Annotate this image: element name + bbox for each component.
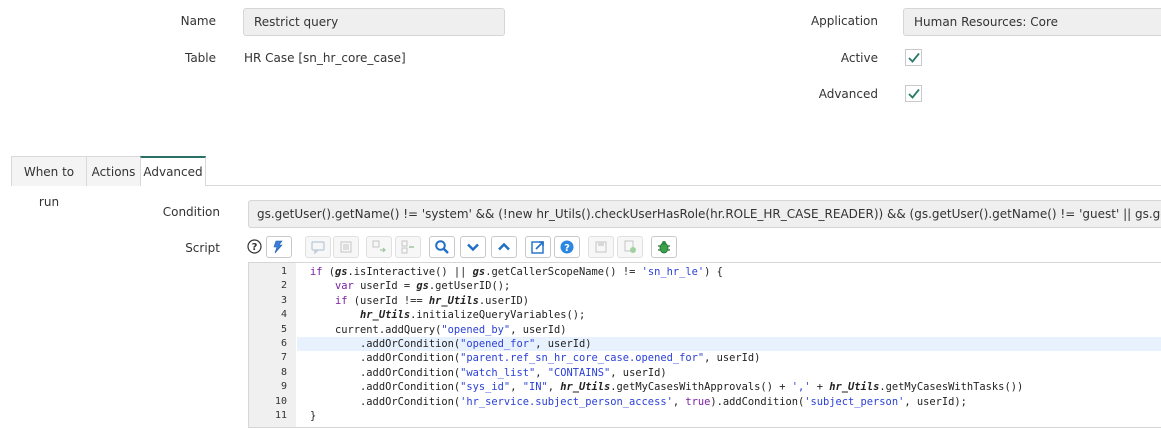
active-label: Active xyxy=(840,51,878,65)
line-gutter: 1 2 3 4 5 6 7 8 9 10 11 xyxy=(249,263,296,427)
code-line[interactable]: } xyxy=(310,409,316,423)
line-number: 7 xyxy=(280,352,287,364)
line-number: 3 xyxy=(280,294,287,306)
code-line[interactable]: if (gs.isInteractive() || gs.getCallerSc… xyxy=(310,265,723,279)
line-number: 11 xyxy=(274,410,287,421)
fullscreen-icon[interactable] xyxy=(525,236,551,258)
code-line[interactable]: current.addQuery("opened_by", userId) xyxy=(310,323,567,337)
code-line[interactable]: .addOrCondition("sys_id", "IN", hr_Utils… xyxy=(310,380,1023,394)
help-icon[interactable]: ? xyxy=(247,239,262,254)
advanced-checkbox[interactable] xyxy=(905,85,922,102)
svg-text:?: ? xyxy=(252,242,258,253)
save-icon[interactable] xyxy=(588,236,614,258)
line-number: 2 xyxy=(280,280,287,292)
line-number: 1 xyxy=(280,266,287,277)
code-line[interactable]: if (userId !== hr_Utils.userID) xyxy=(310,294,529,308)
line-number: 4 xyxy=(280,309,287,321)
application-field[interactable]: Human Resources: Core xyxy=(903,8,1161,36)
condition-label: Condition xyxy=(162,205,220,219)
tab-actions[interactable]: Actions xyxy=(86,156,141,186)
advanced-label: Advanced xyxy=(818,87,878,101)
tab-when-to-run[interactable]: When to run xyxy=(11,156,87,209)
line-number: 9 xyxy=(280,381,287,393)
debug-icon[interactable] xyxy=(651,236,677,258)
list-icon[interactable] xyxy=(333,236,359,258)
replace-all-icon[interactable] xyxy=(395,236,421,258)
name-label: Name xyxy=(180,14,216,28)
replace-icon[interactable] xyxy=(366,236,392,258)
code-line[interactable]: var userId = gs.getUserID(); xyxy=(310,279,510,293)
code-line[interactable]: hr_Utils.initializeQueryVariables(); xyxy=(310,308,585,322)
line-number: 6 xyxy=(280,338,287,349)
line-number: 5 xyxy=(280,323,287,335)
line-number: 10 xyxy=(274,395,287,407)
table-label: Table xyxy=(184,51,216,65)
search-icon[interactable] xyxy=(429,236,455,258)
tab-divider xyxy=(205,185,1161,186)
info-icon[interactable]: ? xyxy=(554,236,580,258)
collapse-icon[interactable] xyxy=(460,236,486,258)
application-label: Application xyxy=(810,14,878,28)
table-value: HR Case [sn_hr_core_case] xyxy=(244,51,406,65)
name-field[interactable]: Restrict query xyxy=(243,8,505,36)
code-line[interactable]: .addOrCondition('hr_service.subject_pers… xyxy=(310,395,967,409)
comment-icon[interactable] xyxy=(305,236,331,258)
active-checkbox[interactable] xyxy=(905,49,922,66)
tab-advanced[interactable]: Advanced xyxy=(140,156,206,186)
code-line[interactable]: .addOrCondition("watch_list", "CONTAINS"… xyxy=(310,366,667,380)
line-number: 8 xyxy=(280,366,287,378)
validate-icon[interactable] xyxy=(617,236,643,258)
expand-icon[interactable] xyxy=(491,236,517,258)
code-line[interactable]: .addOrCondition("parent.ref_sn_hr_core_c… xyxy=(310,351,760,365)
format-icon[interactable] xyxy=(266,236,292,258)
script-label: Script xyxy=(185,241,220,255)
svg-text:?: ? xyxy=(564,243,570,254)
condition-field[interactable]: gs.getUser().getName() != 'system' && (!… xyxy=(248,200,1161,228)
code-area[interactable]: if (gs.isInteractive() || gs.getCallerSc… xyxy=(297,263,1161,427)
script-editor[interactable]: 1 2 3 4 5 6 7 8 9 10 11 if (gs.isInteractive() || … xyxy=(248,262,1161,428)
check-icon xyxy=(908,52,920,63)
code-line[interactable]: .addOrCondition("opened_for", userId) xyxy=(310,337,592,351)
check-icon xyxy=(908,88,920,99)
